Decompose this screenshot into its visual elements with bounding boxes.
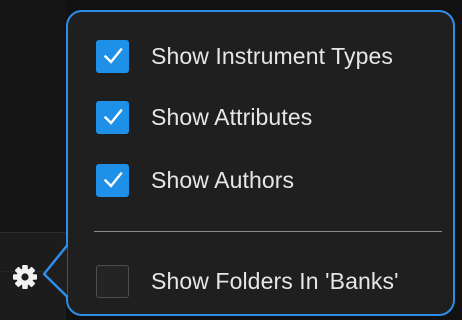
menu-item-show-instrument-types[interactable]: Show Instrument Types	[96, 36, 393, 76]
checkbox-show-authors[interactable]	[96, 163, 129, 197]
menu-item-show-authors[interactable]: Show Authors	[96, 160, 294, 200]
view-options-popup: Show Instrument Types Show Attributes Sh…	[66, 10, 455, 316]
menu-item-label: Show Folders In 'Banks'	[151, 267, 399, 294]
checkbox-show-attributes[interactable]	[96, 100, 129, 134]
menu-item-show-folders-in-banks[interactable]: Show Folders In 'Banks'	[96, 261, 399, 301]
checkmark-icon	[103, 171, 123, 188]
checkbox-show-folders-in-banks[interactable]	[96, 264, 129, 298]
checkbox-show-instrument-types[interactable]	[96, 39, 129, 73]
app-window: Show Instrument Types Show Attributes Sh…	[0, 0, 462, 320]
gear-icon	[13, 265, 37, 289]
settings-button[interactable]	[10, 262, 40, 292]
checkmark-icon	[103, 47, 123, 64]
menu-item-label: Show Instrument Types	[151, 42, 394, 69]
menu-separator	[94, 231, 442, 232]
menu-item-label: Show Authors	[151, 166, 295, 193]
menu-item-show-attributes[interactable]: Show Attributes	[96, 97, 312, 137]
menu-item-label: Show Attributes	[151, 103, 313, 130]
checkmark-icon	[103, 108, 123, 125]
